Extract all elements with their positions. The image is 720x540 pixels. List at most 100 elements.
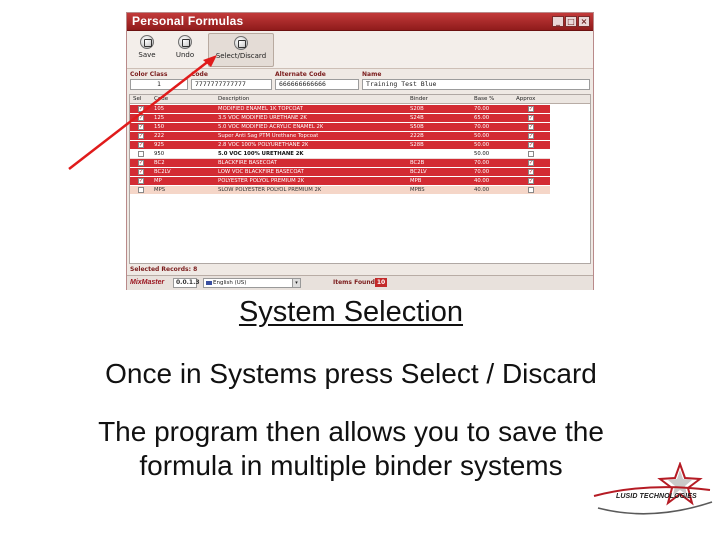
select-discard-icon: [234, 36, 248, 50]
cell-code: 125: [154, 115, 165, 121]
binder-systems-grid: Sel Code Description Binder Base % Appro…: [129, 94, 591, 264]
row-select-checkbox[interactable]: [138, 187, 144, 193]
row-approx-checkbox[interactable]: ✓: [528, 142, 534, 148]
table-row[interactable]: ✓ 925 2.8 VOC 100% POLYURETHANE 2K S28B 50.0…: [130, 141, 550, 150]
cell-binder: S28B: [410, 142, 424, 148]
row-select-checkbox[interactable]: ✓: [138, 115, 144, 121]
undo-label: Undo: [175, 51, 195, 59]
cell-description: SLOW POLYESTER POLYOL PREMIUM 2K: [218, 187, 322, 193]
window-controls: _ □ ×: [552, 16, 590, 27]
save-button[interactable]: Save: [133, 33, 161, 67]
mixmaster-logo: MixMaster: [130, 279, 165, 286]
cell-code: BC2: [154, 160, 165, 166]
cell-description: LOW VOC BLACKFIRE BASECOAT: [218, 169, 304, 175]
undo-button[interactable]: Undo: [171, 33, 199, 67]
table-row[interactable]: ✓ 222 Super Anti Sag PTM Urethane Topcoat 2…: [130, 132, 550, 141]
us-flag-icon: [206, 281, 212, 285]
logo-text: LUSID TECHNOLOGIES: [616, 493, 697, 500]
cell-base: 40.00: [474, 178, 490, 184]
close-button[interactable]: ×: [578, 16, 590, 27]
cell-binder: MPB: [410, 178, 422, 184]
cell-code: MPS: [154, 187, 166, 193]
row-approx-checkbox[interactable]: ✓: [528, 115, 534, 121]
cell-description: POLYESTER POLYOL PREMIUM 2K: [218, 178, 305, 184]
row-select-checkbox[interactable]: ✓: [138, 106, 144, 112]
cell-code: 222: [154, 133, 165, 139]
row-approx-checkbox[interactable]: ✓: [528, 133, 534, 139]
version-field: 0.0.1.3: [173, 278, 200, 288]
cell-description: 2.8 VOC 100% POLYURETHANE 2K: [218, 142, 309, 148]
row-approx-checkbox[interactable]: [528, 151, 534, 157]
items-found-label: Items Found:: [333, 279, 378, 286]
row-select-checkbox[interactable]: ✓: [138, 169, 144, 175]
cell-binder: S50B: [410, 124, 424, 130]
cell-base: 50.00: [474, 151, 490, 157]
cell-code: BC2LV: [154, 169, 171, 175]
table-row[interactable]: 950 5.0 VOC 100% URETHANE 2K 50.00: [130, 150, 550, 159]
row-approx-checkbox[interactable]: ✓: [528, 178, 534, 184]
cell-binder: 222B: [410, 133, 424, 139]
cell-base: 70.00: [474, 124, 490, 130]
table-row[interactable]: ✓ MP POLYESTER POLYOL PREMIUM 2K MPB 40.00 ✓: [130, 177, 550, 186]
status-bar: MixMaster 0.0.1.3 English (US) ▾ Items F…: [127, 275, 593, 290]
slide-instruction: Once in Systems press Select / Discard: [105, 358, 597, 389]
col-binder[interactable]: Binder: [410, 96, 428, 102]
undo-icon: [178, 35, 192, 49]
cell-base: 50.00: [474, 133, 490, 139]
table-row[interactable]: ✓ 125 3.5 VOC MODIFIED URETHANE 2K S24B 65.0…: [130, 114, 550, 123]
cell-base: 40.00: [474, 187, 490, 193]
table-row[interactable]: ✓ 150 5.0 VOC MODIFIED ACRYLIC ENAMEL 2K S5…: [130, 123, 550, 132]
table-row[interactable]: ✓ BC2 BLACKFIRE BASECOAT BC2B 70.00 ✓: [130, 159, 550, 168]
name-field[interactable]: Training Test Blue: [362, 79, 590, 90]
cell-binder: BC2B: [410, 160, 425, 166]
cell-base: 70.00: [474, 106, 490, 112]
row-select-checkbox[interactable]: ✓: [138, 133, 144, 139]
table-row[interactable]: ✓ 105 MODIFIED ENAMEL 1K TOPCOAT S20B 70.00 ✓: [130, 105, 550, 114]
cell-base: 70.00: [474, 169, 490, 175]
grid-header: Sel Code Description Binder Base % Appro…: [130, 95, 590, 104]
table-row[interactable]: ✓ BC2LV LOW VOC BLACKFIRE BASECOAT BC2LV 70.…: [130, 168, 550, 177]
language-select[interactable]: English (US) ▾: [203, 278, 301, 288]
row-approx-checkbox[interactable]: ✓: [528, 169, 534, 175]
col-base[interactable]: Base %: [474, 96, 494, 102]
cell-description: BLACKFIRE BASECOAT: [218, 160, 277, 166]
alternate-code-label: Alternate Code: [275, 71, 326, 78]
save-label: Save: [138, 51, 156, 59]
row-select-checkbox[interactable]: ✓: [138, 160, 144, 166]
row-approx-checkbox[interactable]: ✓: [528, 124, 534, 130]
cell-description: Super Anti Sag PTM Urethane Topcoat: [218, 133, 319, 139]
col-description[interactable]: Description: [218, 96, 249, 102]
maximize-button[interactable]: □: [565, 16, 577, 27]
select-discard-button[interactable]: Select/Discard: [208, 33, 274, 67]
row-select-checkbox[interactable]: ✓: [138, 124, 144, 130]
color-class-field[interactable]: 1: [130, 79, 188, 90]
table-row[interactable]: MPS SLOW POLYESTER POLYOL PREMIUM 2K MPBS 4…: [130, 186, 550, 195]
row-select-checkbox[interactable]: ✓: [138, 142, 144, 148]
row-approx-checkbox[interactable]: ✓: [528, 160, 534, 166]
col-approx[interactable]: Approx: [516, 96, 535, 102]
row-approx-checkbox[interactable]: ✓: [528, 106, 534, 112]
alternate-code-field[interactable]: 666666666666: [275, 79, 359, 90]
col-sel[interactable]: Sel: [133, 96, 141, 102]
save-icon: [140, 35, 154, 49]
row-select-checkbox[interactable]: ✓: [138, 178, 144, 184]
cell-code: 925: [154, 142, 165, 148]
language-value: English (US): [213, 280, 247, 286]
cell-binder: S20B: [410, 106, 424, 112]
selected-records: Selected Records: 8: [130, 266, 197, 273]
swoosh-bottom: [597, 501, 713, 515]
row-approx-checkbox[interactable]: [528, 187, 534, 193]
cell-base: 50.00: [474, 142, 490, 148]
cell-description: 5.0 VOC MODIFIED ACRYLIC ENAMEL 2K: [218, 124, 324, 130]
cell-description: MODIFIED ENAMEL 1K TOPCOAT: [218, 106, 303, 112]
minimize-button[interactable]: _: [552, 16, 564, 27]
personal-formulas-window: Personal Formulas _ □ × Save Undo Select…: [126, 12, 594, 290]
code-field[interactable]: 7777777777777: [191, 79, 272, 90]
col-code[interactable]: Code: [154, 96, 168, 102]
title-bar: Personal Formulas _ □ ×: [127, 13, 593, 31]
row-select-checkbox[interactable]: [138, 151, 144, 157]
color-class-label: Color Class: [130, 71, 168, 78]
select-discard-label: Select/Discard: [215, 52, 267, 60]
cell-code: MP: [154, 178, 162, 184]
chevron-down-icon[interactable]: ▾: [292, 279, 300, 287]
